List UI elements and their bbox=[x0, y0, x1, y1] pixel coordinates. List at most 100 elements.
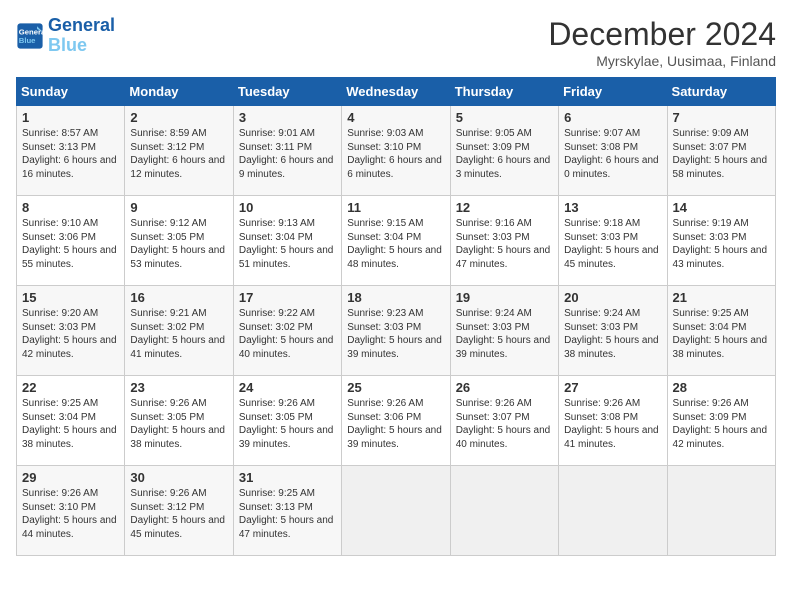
cell-info: Sunrise: 9:19 AMSunset: 3:03 PMDaylight:… bbox=[673, 218, 768, 270]
cell-info: Sunrise: 9:07 AMSunset: 3:08 PMDaylight:… bbox=[564, 128, 659, 180]
day-number: 8 bbox=[22, 200, 119, 215]
cell-info: Sunrise: 9:25 AMSunset: 3:04 PMDaylight:… bbox=[22, 398, 117, 450]
day-number: 11 bbox=[347, 200, 444, 215]
cell-info: Sunrise: 8:59 AMSunset: 3:12 PMDaylight:… bbox=[130, 128, 225, 180]
header-day-thursday: Thursday bbox=[450, 78, 558, 106]
logo-icon: General Blue bbox=[16, 22, 44, 50]
calendar-cell: 17 Sunrise: 9:22 AMSunset: 3:02 PMDaylig… bbox=[233, 286, 341, 376]
day-number: 14 bbox=[673, 200, 770, 215]
calendar-cell: 3 Sunrise: 9:01 AMSunset: 3:11 PMDayligh… bbox=[233, 106, 341, 196]
day-number: 2 bbox=[130, 110, 227, 125]
calendar-cell: 5 Sunrise: 9:05 AMSunset: 3:09 PMDayligh… bbox=[450, 106, 558, 196]
calendar-cell: 25 Sunrise: 9:26 AMSunset: 3:06 PMDaylig… bbox=[342, 376, 450, 466]
cell-info: Sunrise: 9:13 AMSunset: 3:04 PMDaylight:… bbox=[239, 218, 334, 270]
calendar-cell: 14 Sunrise: 9:19 AMSunset: 3:03 PMDaylig… bbox=[667, 196, 775, 286]
cell-info: Sunrise: 8:57 AMSunset: 3:13 PMDaylight:… bbox=[22, 128, 117, 180]
header-day-monday: Monday bbox=[125, 78, 233, 106]
day-number: 10 bbox=[239, 200, 336, 215]
day-number: 20 bbox=[564, 290, 661, 305]
calendar-cell: 22 Sunrise: 9:25 AMSunset: 3:04 PMDaylig… bbox=[17, 376, 125, 466]
header-day-wednesday: Wednesday bbox=[342, 78, 450, 106]
calendar-cell: 10 Sunrise: 9:13 AMSunset: 3:04 PMDaylig… bbox=[233, 196, 341, 286]
cell-info: Sunrise: 9:26 AMSunset: 3:05 PMDaylight:… bbox=[239, 398, 334, 450]
calendar-cell: 11 Sunrise: 9:15 AMSunset: 3:04 PMDaylig… bbox=[342, 196, 450, 286]
calendar-cell bbox=[342, 466, 450, 556]
title-area: December 2024 Myrskylae, Uusimaa, Finlan… bbox=[548, 16, 776, 69]
calendar-cell: 20 Sunrise: 9:24 AMSunset: 3:03 PMDaylig… bbox=[559, 286, 667, 376]
cell-info: Sunrise: 9:21 AMSunset: 3:02 PMDaylight:… bbox=[130, 308, 225, 360]
cell-info: Sunrise: 9:26 AMSunset: 3:06 PMDaylight:… bbox=[347, 398, 442, 450]
cell-info: Sunrise: 9:25 AMSunset: 3:13 PMDaylight:… bbox=[239, 488, 334, 540]
calendar-cell: 2 Sunrise: 8:59 AMSunset: 3:12 PMDayligh… bbox=[125, 106, 233, 196]
calendar-cell: 6 Sunrise: 9:07 AMSunset: 3:08 PMDayligh… bbox=[559, 106, 667, 196]
calendar-cell: 23 Sunrise: 9:26 AMSunset: 3:05 PMDaylig… bbox=[125, 376, 233, 466]
svg-text:General: General bbox=[19, 27, 44, 36]
calendar-cell: 28 Sunrise: 9:26 AMSunset: 3:09 PMDaylig… bbox=[667, 376, 775, 466]
header-day-friday: Friday bbox=[559, 78, 667, 106]
cell-info: Sunrise: 9:24 AMSunset: 3:03 PMDaylight:… bbox=[564, 308, 659, 360]
cell-info: Sunrise: 9:24 AMSunset: 3:03 PMDaylight:… bbox=[456, 308, 551, 360]
cell-info: Sunrise: 9:01 AMSunset: 3:11 PMDaylight:… bbox=[239, 128, 334, 180]
calendar-cell: 15 Sunrise: 9:20 AMSunset: 3:03 PMDaylig… bbox=[17, 286, 125, 376]
header-day-tuesday: Tuesday bbox=[233, 78, 341, 106]
logo-text: GeneralBlue bbox=[48, 16, 115, 56]
cell-info: Sunrise: 9:26 AMSunset: 3:05 PMDaylight:… bbox=[130, 398, 225, 450]
cell-info: Sunrise: 9:26 AMSunset: 3:10 PMDaylight:… bbox=[22, 488, 117, 540]
day-number: 9 bbox=[130, 200, 227, 215]
day-number: 4 bbox=[347, 110, 444, 125]
cell-info: Sunrise: 9:09 AMSunset: 3:07 PMDaylight:… bbox=[673, 128, 768, 180]
svg-text:Blue: Blue bbox=[19, 36, 36, 45]
cell-info: Sunrise: 9:23 AMSunset: 3:03 PMDaylight:… bbox=[347, 308, 442, 360]
calendar-cell: 16 Sunrise: 9:21 AMSunset: 3:02 PMDaylig… bbox=[125, 286, 233, 376]
cell-info: Sunrise: 9:22 AMSunset: 3:02 PMDaylight:… bbox=[239, 308, 334, 360]
cell-info: Sunrise: 9:05 AMSunset: 3:09 PMDaylight:… bbox=[456, 128, 551, 180]
cell-info: Sunrise: 9:10 AMSunset: 3:06 PMDaylight:… bbox=[22, 218, 117, 270]
calendar-cell: 7 Sunrise: 9:09 AMSunset: 3:07 PMDayligh… bbox=[667, 106, 775, 196]
day-number: 31 bbox=[239, 470, 336, 485]
day-number: 5 bbox=[456, 110, 553, 125]
month-title: December 2024 bbox=[548, 16, 776, 53]
day-number: 18 bbox=[347, 290, 444, 305]
cell-info: Sunrise: 9:15 AMSunset: 3:04 PMDaylight:… bbox=[347, 218, 442, 270]
calendar-cell: 1 Sunrise: 8:57 AMSunset: 3:13 PMDayligh… bbox=[17, 106, 125, 196]
day-number: 13 bbox=[564, 200, 661, 215]
cell-info: Sunrise: 9:26 AMSunset: 3:07 PMDaylight:… bbox=[456, 398, 551, 450]
page-header: General Blue GeneralBlue December 2024 M… bbox=[16, 16, 776, 69]
calendar-cell bbox=[450, 466, 558, 556]
cell-info: Sunrise: 9:12 AMSunset: 3:05 PMDaylight:… bbox=[130, 218, 225, 270]
calendar-cell: 26 Sunrise: 9:26 AMSunset: 3:07 PMDaylig… bbox=[450, 376, 558, 466]
cell-info: Sunrise: 9:25 AMSunset: 3:04 PMDaylight:… bbox=[673, 308, 768, 360]
calendar-header-row: SundayMondayTuesdayWednesdayThursdayFrid… bbox=[17, 78, 776, 106]
calendar-cell: 27 Sunrise: 9:26 AMSunset: 3:08 PMDaylig… bbox=[559, 376, 667, 466]
day-number: 7 bbox=[673, 110, 770, 125]
header-day-sunday: Sunday bbox=[17, 78, 125, 106]
day-number: 17 bbox=[239, 290, 336, 305]
day-number: 3 bbox=[239, 110, 336, 125]
calendar-week-row: 29 Sunrise: 9:26 AMSunset: 3:10 PMDaylig… bbox=[17, 466, 776, 556]
calendar-week-row: 22 Sunrise: 9:25 AMSunset: 3:04 PMDaylig… bbox=[17, 376, 776, 466]
calendar-week-row: 1 Sunrise: 8:57 AMSunset: 3:13 PMDayligh… bbox=[17, 106, 776, 196]
calendar-cell bbox=[559, 466, 667, 556]
day-number: 30 bbox=[130, 470, 227, 485]
cell-info: Sunrise: 9:26 AMSunset: 3:08 PMDaylight:… bbox=[564, 398, 659, 450]
logo: General Blue GeneralBlue bbox=[16, 16, 115, 56]
calendar-cell: 8 Sunrise: 9:10 AMSunset: 3:06 PMDayligh… bbox=[17, 196, 125, 286]
day-number: 22 bbox=[22, 380, 119, 395]
cell-info: Sunrise: 9:20 AMSunset: 3:03 PMDaylight:… bbox=[22, 308, 117, 360]
day-number: 26 bbox=[456, 380, 553, 395]
day-number: 1 bbox=[22, 110, 119, 125]
calendar-cell: 9 Sunrise: 9:12 AMSunset: 3:05 PMDayligh… bbox=[125, 196, 233, 286]
calendar-cell: 19 Sunrise: 9:24 AMSunset: 3:03 PMDaylig… bbox=[450, 286, 558, 376]
day-number: 21 bbox=[673, 290, 770, 305]
day-number: 25 bbox=[347, 380, 444, 395]
calendar-cell: 18 Sunrise: 9:23 AMSunset: 3:03 PMDaylig… bbox=[342, 286, 450, 376]
calendar-cell: 4 Sunrise: 9:03 AMSunset: 3:10 PMDayligh… bbox=[342, 106, 450, 196]
day-number: 28 bbox=[673, 380, 770, 395]
day-number: 27 bbox=[564, 380, 661, 395]
cell-info: Sunrise: 9:18 AMSunset: 3:03 PMDaylight:… bbox=[564, 218, 659, 270]
calendar-cell: 31 Sunrise: 9:25 AMSunset: 3:13 PMDaylig… bbox=[233, 466, 341, 556]
day-number: 16 bbox=[130, 290, 227, 305]
day-number: 19 bbox=[456, 290, 553, 305]
cell-info: Sunrise: 9:03 AMSunset: 3:10 PMDaylight:… bbox=[347, 128, 442, 180]
location-subtitle: Myrskylae, Uusimaa, Finland bbox=[548, 53, 776, 69]
